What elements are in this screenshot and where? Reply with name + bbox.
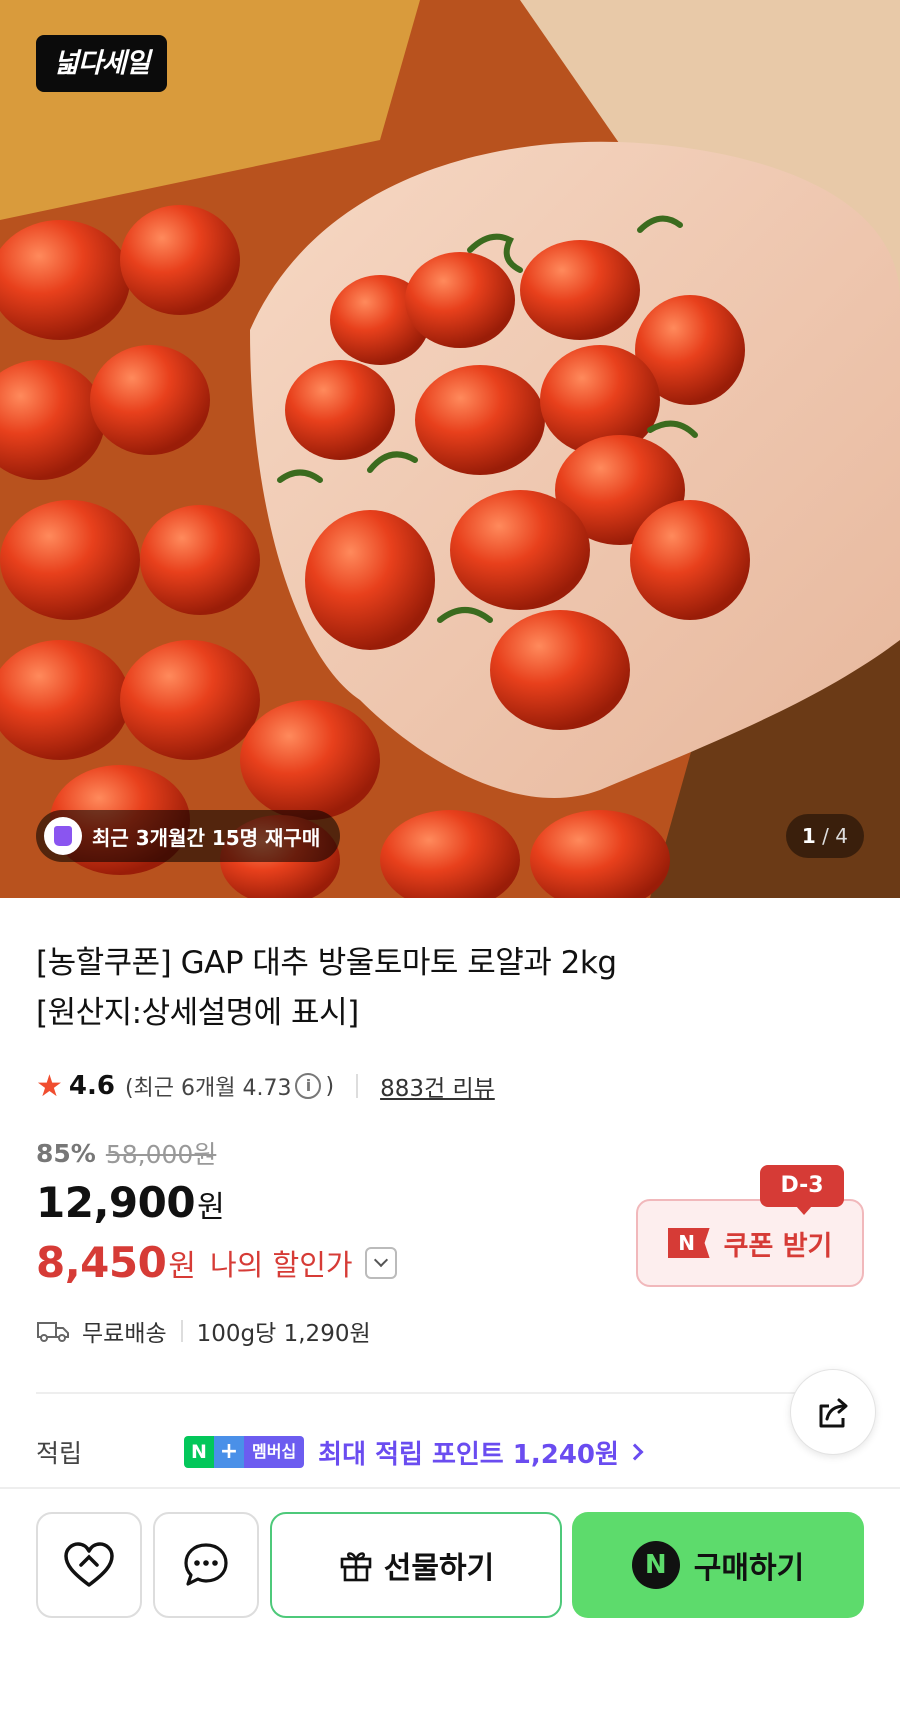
recent-rating: (최근 6개월 4.73 i ) [125, 1070, 334, 1102]
chevron-down-icon[interactable] [364, 1246, 397, 1279]
unit-price: 100g당 1,290원 [196, 1321, 371, 1347]
points-row[interactable]: 적립 N + 멤버십 최대 적립 포인트 1,240원 [36, 1430, 864, 1474]
product-title-line1: [농할쿠폰] GAP 대추 방울토마토 로얄과 2kg [36, 945, 617, 981]
product-image[interactable]: 넓다세일 최근 3개월간 15명 재구매 1 / 4 [0, 0, 900, 898]
shopping-bag-icon [44, 817, 82, 855]
free-shipping: 무료배송 [82, 1321, 167, 1347]
coupon-dday-badge: D-3 [760, 1165, 844, 1215]
membership-text: 멤버십 [244, 1436, 305, 1468]
sale-price: 12,900원 [36, 1178, 225, 1227]
bottom-bar-divider [0, 1487, 900, 1489]
get-coupon-button[interactable]: N 쿠폰 받기 [636, 1199, 864, 1287]
buy-label: 구매하기 [693, 1551, 805, 1586]
membership-n: N [184, 1436, 214, 1468]
heart-icon [64, 1542, 114, 1587]
image-page-indicator: 1 / 4 [785, 814, 864, 858]
my-price-label: 나의 할인가 [209, 1247, 353, 1282]
naver-pay-icon: N [631, 1541, 680, 1589]
sale-price-value: 12,900 [36, 1178, 196, 1227]
rebuy-pill: 최근 3개월간 15명 재구매 [36, 810, 341, 862]
max-points-text: 최대 적립 포인트 1,240원 [318, 1439, 619, 1470]
shipping-row: 무료배송 100g당 1,290원 [36, 1313, 371, 1349]
my-discount-price[interactable]: 8,450 원 나의 할인가 [36, 1238, 397, 1287]
my-price-unit: 원 [168, 1248, 196, 1284]
page-current: 1 [801, 824, 816, 848]
membership-plus: + [214, 1436, 244, 1468]
chevron-right-icon [626, 1443, 644, 1461]
product-title: [농할쿠폰] GAP 대추 방울토마토 로얄과 2kg [원산지:상세설명에 표… [36, 938, 856, 1038]
points-label: 적립 [36, 1439, 83, 1468]
brand-sale-badge: 넓다세일 [36, 35, 168, 92]
star-icon: ★ [36, 1068, 63, 1104]
divider [180, 1320, 183, 1342]
gift-icon [340, 1552, 372, 1582]
naver-plus-membership-badge: N + 멤버십 [184, 1436, 305, 1468]
rebuy-text: 최근 3개월간 15명 재구매 [92, 825, 321, 850]
product-title-line2: [원산지:상세설명에 표시] [36, 995, 359, 1031]
original-price: 58,000원 [105, 1140, 217, 1169]
info-icon[interactable]: i [295, 1073, 322, 1099]
buy-button[interactable]: N 구매하기 [572, 1512, 864, 1618]
rating-row: ★ 4.6 (최근 6개월 4.73 i ) 883건 리뷰 [36, 1066, 495, 1106]
my-price-value: 8,450 [36, 1238, 167, 1287]
sale-price-unit: 원 [197, 1190, 225, 1225]
recent-rating-close: ) [325, 1073, 335, 1099]
truck-icon [37, 1322, 69, 1342]
naver-coupon-icon: N [667, 1228, 710, 1258]
tomato-photo [0, 0, 900, 898]
wishlist-button[interactable] [36, 1512, 142, 1618]
discount-row: 85% 58,000원 [36, 1135, 216, 1171]
section-divider [36, 1392, 864, 1394]
gift-button[interactable]: 선물하기 [270, 1512, 562, 1618]
page-total: 4 [835, 824, 848, 848]
rating-score: 4.6 [68, 1071, 115, 1101]
chat-bubble-icon [184, 1543, 228, 1586]
chat-button[interactable] [153, 1512, 259, 1618]
divider [356, 1074, 359, 1098]
recent-rating-text: (최근 6개월 4.73 [124, 1076, 292, 1101]
share-icon [819, 1398, 848, 1428]
coupon-label: 쿠폰 받기 [723, 1230, 833, 1262]
gift-label: 선물하기 [383, 1551, 495, 1586]
review-count-link[interactable]: 883건 리뷰 [380, 1069, 495, 1103]
discount-percent: 85% [36, 1138, 96, 1168]
